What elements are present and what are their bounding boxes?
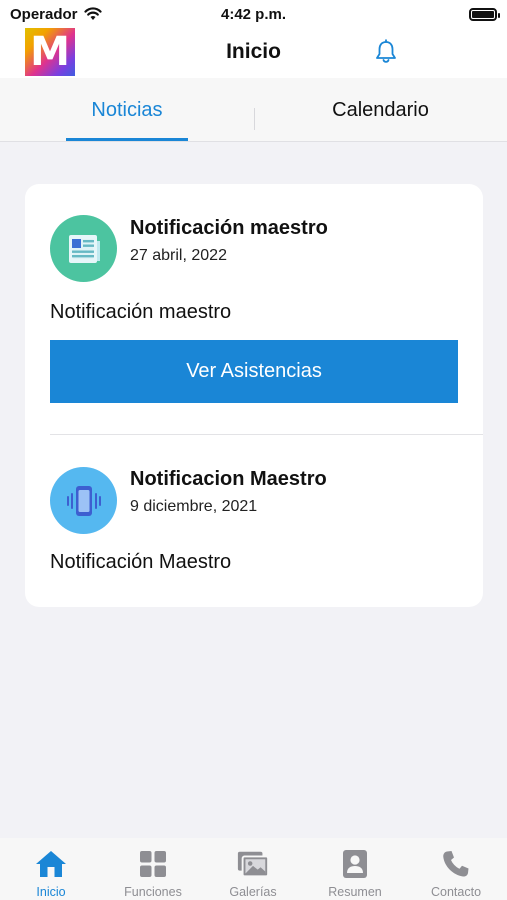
tab-inicio[interactable]: Inicio	[21, 838, 81, 900]
news-card: Notificación maestro 27 abril, 2022 Noti…	[25, 184, 483, 607]
news-body: Notificación Maestro	[50, 551, 232, 573]
ver-asistencias-button[interactable]: Ver Asistencias	[50, 340, 458, 403]
battery-icon	[469, 7, 500, 21]
nav-bar: M Inicio	[0, 28, 507, 78]
news-date: 27 abril, 2022	[130, 247, 227, 264]
tab-calendario[interactable]: Calendario	[254, 78, 507, 142]
status-bar: Operador 4:42 p.m.	[0, 0, 507, 28]
news-title: Notificación maestro	[130, 217, 328, 239]
news-item[interactable]: Notificacion Maestro 9 diciembre, 2021 N…	[25, 435, 483, 607]
news-body: Notificación maestro	[50, 301, 232, 323]
tab-galerias[interactable]: Galerías	[221, 838, 285, 900]
tab-label: Inicio	[36, 885, 66, 899]
page-title: Inicio	[226, 40, 281, 63]
tab-noticias[interactable]: Noticias	[0, 78, 254, 142]
contact-card-icon	[338, 847, 372, 881]
active-tab-indicator	[66, 138, 188, 141]
news-date: 9 diciembre, 2021	[130, 498, 258, 515]
battery-level	[472, 10, 494, 18]
tab-label: Resumen	[328, 885, 382, 899]
home-icon	[34, 847, 68, 881]
gallery-icon	[236, 847, 270, 881]
news-title: Notificacion Maestro	[130, 468, 327, 490]
tab-contacto[interactable]: Contacto	[423, 838, 489, 900]
carrier-label: Operador	[10, 5, 78, 23]
phone-icon	[439, 847, 473, 881]
wifi-icon	[83, 7, 102, 20]
news-item[interactable]: Notificación maestro 27 abril, 2022 Noti…	[25, 184, 483, 434]
segment-tabs: Noticias Calendario	[0, 78, 507, 142]
status-left: Operador	[10, 6, 102, 23]
vibrating-phone-icon	[50, 467, 117, 534]
newspaper-icon	[50, 215, 117, 282]
grid-icon	[136, 847, 170, 881]
tab-resumen[interactable]: Resumen	[322, 838, 388, 900]
tab-label: Contacto	[430, 885, 482, 899]
bottom-tab-bar: Inicio Funciones Galerías Resumen Contac…	[0, 838, 507, 900]
bell-icon[interactable]	[372, 38, 400, 66]
tab-funciones[interactable]: Funciones	[118, 838, 188, 900]
tab-label: Funciones	[124, 885, 182, 899]
tab-label: Galerías	[229, 885, 277, 899]
